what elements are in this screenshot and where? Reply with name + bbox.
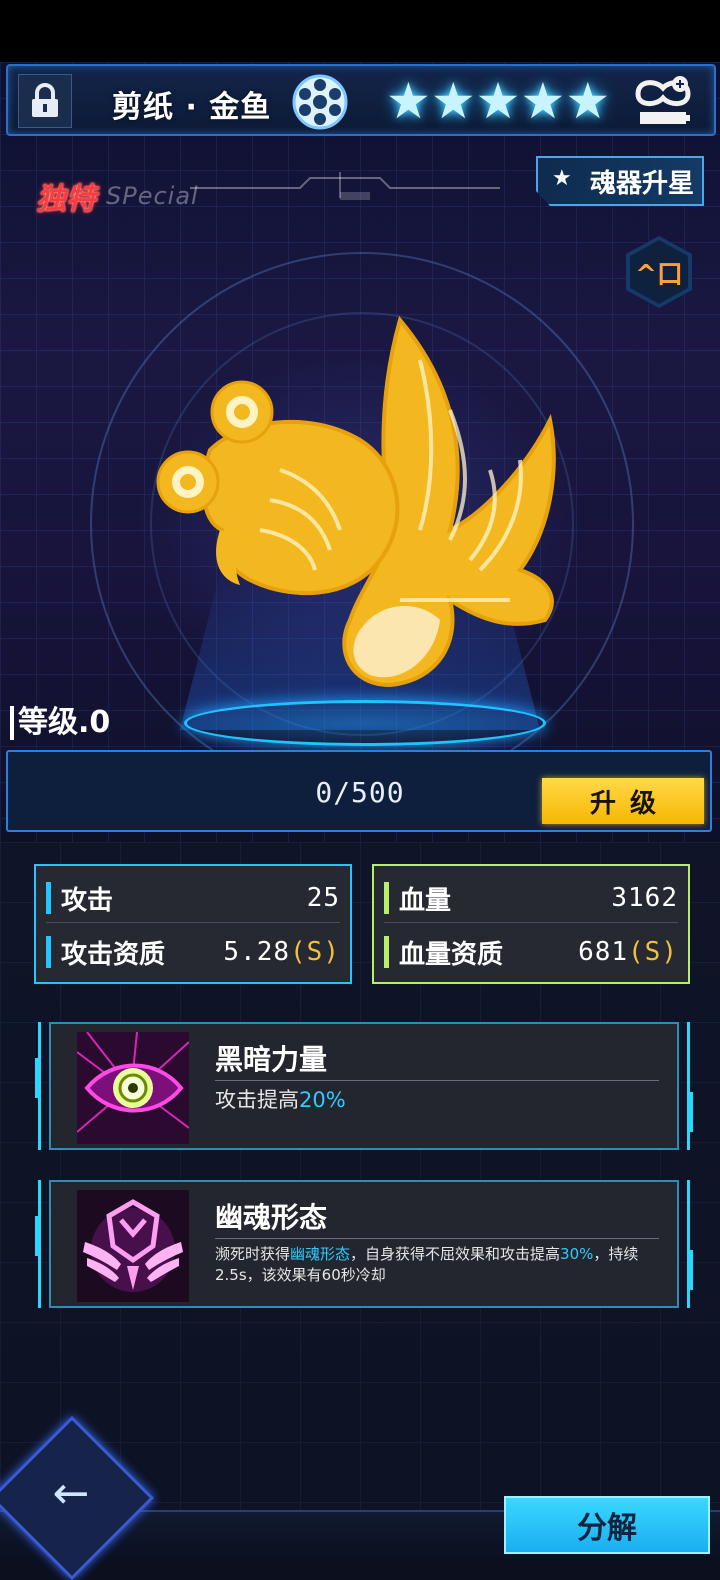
hp-quality-row: 血量资质 681(S)	[384, 928, 678, 976]
skill-name: 幽魂形态	[215, 1201, 328, 1234]
star-icon: ★	[386, 72, 431, 130]
accent-bar	[46, 936, 51, 968]
skill-card-ghost-form[interactable]: 幽魂形态 濒死时获得幽魂形态，自身获得不屈效果和攻击提高30%，持续2.5s，该…	[35, 1180, 693, 1308]
card-accent	[35, 1216, 41, 1256]
card-accent	[687, 1092, 693, 1132]
skill-card-frame: 幽魂形态 濒死时获得幽魂形态，自身获得不屈效果和攻击提高30%，持续2.5s，该…	[49, 1180, 679, 1308]
star-icon: ★	[475, 72, 521, 130]
level-label: 等级.0	[10, 706, 110, 740]
hp-value: 3162	[611, 883, 678, 913]
controller-icon[interactable]	[630, 72, 696, 128]
star-up-button[interactable]: ★ 魂器升星	[536, 156, 704, 206]
highlight-keyword: 幽魂形态	[290, 1245, 351, 1263]
star-icon: ★	[430, 72, 476, 130]
star-icon: ★	[552, 166, 572, 191]
accent-bar	[384, 882, 389, 914]
hp-stats-box: 血量 3162 血量资质 681(S)	[372, 864, 690, 984]
rarity-tag: 独特	[36, 182, 96, 217]
attack-stats-box: 攻击 25 攻击资质 5.28(S)	[34, 864, 352, 984]
hp-quality-label: 血量资质	[399, 939, 504, 970]
gear-badge-icon	[292, 74, 348, 130]
highlight-value: 20%	[299, 1088, 346, 1112]
lock-button[interactable]	[18, 74, 72, 128]
attack-quality-label: 攻击资质	[61, 939, 166, 970]
grade-badge: (S)	[290, 937, 340, 967]
star-up-label: 魂器升星	[589, 168, 694, 199]
divider	[215, 1238, 659, 1239]
rank-up-icon: ^口	[630, 240, 688, 304]
item-header: 剪纸 · 金鱼 ★ ★ ★ ★ ★	[6, 64, 716, 136]
item-title: 剪纸 · 金鱼	[112, 90, 272, 125]
card-accent	[687, 1250, 693, 1290]
goldfish-artwork	[156, 315, 556, 688]
star-icon: ★	[565, 72, 611, 130]
accent-bar	[384, 936, 389, 968]
star-icon: ★	[520, 72, 566, 130]
winged-emblem-icon	[77, 1190, 189, 1302]
lock-icon	[32, 83, 58, 117]
skill-name: 黑暗力量	[215, 1043, 328, 1076]
accent-bar	[46, 882, 51, 914]
attack-quality-row: 攻击资质 5.28(S)	[46, 928, 340, 976]
skill-card-frame: 黑暗力量 攻击提高20%	[49, 1022, 679, 1150]
attack-label: 攻击	[61, 885, 114, 916]
hp-label: 血量	[399, 885, 452, 916]
hp-row: 血量 3162	[384, 874, 678, 923]
skill-description: 攻击提高20%	[215, 1088, 346, 1112]
rarity-tag-en: SPecial	[106, 182, 199, 210]
grade-badge: (S)	[628, 937, 678, 967]
attack-value: 25	[306, 883, 340, 913]
card-accent	[35, 1058, 41, 1098]
pedestal-ring	[184, 700, 546, 746]
attack-quality-value: 5.28(S)	[223, 937, 340, 967]
highlight-value: 30%	[560, 1245, 594, 1263]
skill-description: 濒死时获得幽魂形态，自身获得不屈效果和攻击提高30%，持续2.5s，该效果有60…	[215, 1245, 639, 1284]
back-arrow-icon: ←	[52, 1468, 90, 1519]
dark-eye-icon	[76, 1031, 190, 1144]
hp-quality-value: 681(S)	[578, 937, 678, 967]
divider	[215, 1080, 659, 1081]
attack-row: 攻击 25	[46, 874, 340, 923]
skill-card-dark-power[interactable]: 黑暗力量 攻击提高20%	[35, 1022, 693, 1150]
decompose-button[interactable]: 分解	[504, 1496, 710, 1554]
top-black-band	[0, 0, 720, 62]
upgrade-button[interactable]: 升级	[542, 778, 704, 824]
star-rating: ★ ★ ★ ★ ★	[386, 76, 610, 126]
